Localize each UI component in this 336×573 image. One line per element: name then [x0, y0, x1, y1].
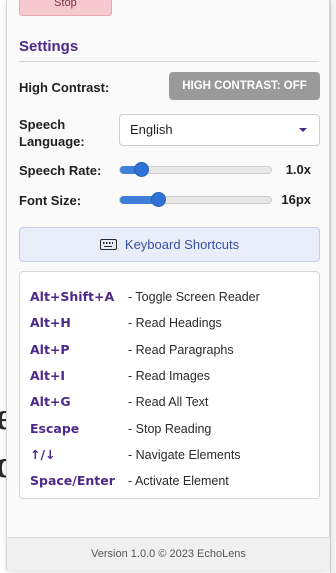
shortcut-key: Alt+G	[30, 394, 71, 410]
speech-rate-slider[interactable]	[119, 162, 272, 177]
speech-rate-slider-thumb[interactable]	[133, 162, 149, 177]
shortcut-description: - Read All Text	[128, 395, 209, 410]
chevron-down-icon	[299, 128, 307, 132]
keyboard-shortcuts-button[interactable]: Keyboard Shortcuts	[19, 227, 320, 262]
shortcut-key: Escape	[30, 420, 80, 436]
shortcut-description: - Navigate Elements	[128, 447, 241, 462]
speech-rate-label: Speech Rate:	[19, 163, 102, 178]
speech-language-label-line2: Language:	[19, 134, 85, 149]
shortcut-key: Alt+I	[30, 367, 66, 383]
shortcut-key: Alt+P	[30, 341, 70, 357]
shortcut-row: Escape - Stop Reading	[30, 420, 211, 438]
shortcut-description: - Read Headings	[128, 316, 222, 331]
font-size-label: Font Size:	[19, 193, 82, 208]
speech-language-label: Speech Language:	[19, 116, 85, 150]
shortcut-row: Alt+H - Read Headings	[30, 314, 222, 332]
font-size-slider-thumb[interactable]	[151, 192, 167, 207]
shortcut-description: - Read Images	[128, 368, 210, 383]
settings-popup: Stop Settings High Contrast: HIGH CONTRA…	[6, 0, 330, 570]
shortcut-row: Alt+G - Read All Text	[30, 393, 208, 411]
shortcut-row: Space/Enter - Activate Element	[30, 472, 229, 490]
shortcut-description: - Toggle Screen Reader	[128, 290, 260, 304]
footer-version: Version 1.0.0 © 2023 EchoLens	[7, 537, 330, 570]
shortcut-row: Alt+I - Read Images	[30, 367, 210, 385]
keyboard-shortcuts-label: Keyboard Shortcuts	[124, 237, 240, 252]
font-size-value: 16px	[281, 192, 311, 207]
speech-language-label-line1: Speech	[19, 117, 66, 132]
shortcut-key: Space/Enter	[30, 473, 115, 489]
speech-rate-value: 1.0x	[285, 162, 311, 177]
shortcut-row: Alt+Shift+A - Toggle Screen Reader	[30, 288, 260, 306]
stop-button[interactable]: Stop	[19, 0, 112, 16]
shortcut-row: ↑/↓ - Navigate Elements	[30, 446, 241, 464]
keyboard-icon	[99, 239, 117, 250]
background-page-right	[330, 0, 336, 573]
shortcut-key: Alt+H	[30, 315, 71, 331]
high-contrast-label: High Contrast:	[19, 80, 110, 95]
shortcut-description: - Stop Reading	[128, 421, 212, 436]
font-size-slider[interactable]	[119, 192, 272, 207]
high-contrast-toggle[interactable]: HIGH CONTRAST: OFF	[169, 72, 320, 100]
shortcut-description: - Read Paragraphs	[128, 342, 234, 357]
shortcut-description: - Activate Element	[128, 474, 229, 489]
shortcuts-list: Alt+Shift+A - Toggle Screen Reader Alt+H - …	[19, 271, 320, 499]
speech-language-value: English	[130, 122, 173, 137]
settings-title: Settings	[19, 38, 79, 55]
shortcut-key: ↑/↓	[30, 446, 56, 462]
shortcut-key: Alt+Shift+A	[30, 289, 115, 304]
divider	[19, 61, 319, 62]
speech-language-select[interactable]: English	[119, 114, 320, 146]
shortcut-row: Alt+P - Read Paragraphs	[30, 341, 234, 359]
